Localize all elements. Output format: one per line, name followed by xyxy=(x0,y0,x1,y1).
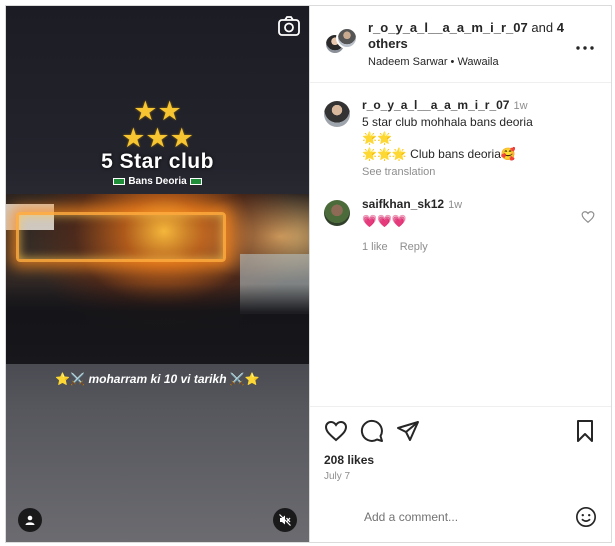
comment-item: saifkhan_sk12 1w 💗💗💗 1 like Reply xyxy=(324,196,597,255)
reply-button[interactable]: Reply xyxy=(400,241,428,253)
emoji-icon[interactable] xyxy=(575,506,597,528)
video-caption: ⭐⚔️ moharram ki 10 vi tarikh ⚔️⭐ xyxy=(6,372,309,386)
header-text: r_o_y_a_l__a_a_m_i_r_07 and 4 others Nad… xyxy=(368,20,573,68)
video-frame xyxy=(6,194,309,364)
comment-text: 💗💗💗 xyxy=(362,214,407,228)
star-icons-bottom: ★★★ xyxy=(121,123,194,153)
like-heart-icon[interactable] xyxy=(324,419,348,443)
share-paper-plane-icon[interactable] xyxy=(396,419,420,443)
see-translation-link[interactable]: See translation xyxy=(362,164,597,180)
caption-emoji-left: ⭐⚔️ xyxy=(55,372,86,386)
caption-text: moharram ki 10 vi tarikh xyxy=(85,372,230,386)
avatar[interactable] xyxy=(324,101,350,127)
more-options-button[interactable] xyxy=(573,34,597,55)
add-comment-bar xyxy=(310,492,611,542)
comment-text-line: 🌟🌟 xyxy=(362,131,392,145)
club-title: 5 Star club xyxy=(101,150,214,173)
post-dialog: ★★ ★★★ 5 Star club Bans Deoria ⭐⚔️ mohar… xyxy=(5,5,612,543)
audio-attribution[interactable]: Nadeem Sarwar • Wawaila xyxy=(368,56,573,68)
club-subtitle: Bans Deoria xyxy=(6,176,309,187)
author-username-link[interactable]: r_o_y_a_l__a_a_m_i_r_07 xyxy=(368,20,528,35)
comment-username[interactable]: r_o_y_a_l__a_a_m_i_r_07 xyxy=(362,98,509,112)
comments-list: r_o_y_a_l__a_a_m_i_r_07 1w 5 star club mo… xyxy=(310,83,611,255)
comment-likes-count[interactable]: 1 like xyxy=(362,241,388,253)
comment-actions: 1 like Reply xyxy=(362,239,597,255)
star-icons-top: ★★ xyxy=(133,96,182,126)
caption-comment: r_o_y_a_l__a_a_m_i_r_07 1w 5 star club mo… xyxy=(324,97,597,180)
flag-icon xyxy=(189,177,202,185)
user-icon xyxy=(25,515,35,525)
comment-body: r_o_y_a_l__a_a_m_i_r_07 1w 5 star club mo… xyxy=(362,97,597,180)
comment-time: 1w xyxy=(448,199,463,211)
save-bookmark-icon[interactable] xyxy=(573,419,597,443)
flag-icon xyxy=(113,177,126,185)
crowd xyxy=(6,284,309,364)
camera-icon[interactable] xyxy=(277,14,301,38)
post-date[interactable]: July 7 xyxy=(324,471,597,482)
post-header: r_o_y_a_l__a_a_m_i_r_07 and 4 others Nad… xyxy=(310,6,611,83)
like-comment-heart-icon[interactable] xyxy=(581,210,595,224)
comment-username[interactable]: saifkhan_sk12 xyxy=(362,197,444,211)
comment-text-line: 🌟🌟🌟 Club bans deoria🥰 xyxy=(362,147,516,161)
collab-avatars[interactable] xyxy=(324,27,358,61)
comment-text-line: 5 star club mohhala bans deoria xyxy=(362,115,533,129)
post-sidebar: r_o_y_a_l__a_a_m_i_r_07 and 4 others Nad… xyxy=(309,6,611,542)
fire-sign xyxy=(16,212,226,262)
post-actions: 208 likes July 7 xyxy=(310,406,611,482)
stars-graphic: ★★ ★★★ xyxy=(6,98,309,152)
header-usernames: r_o_y_a_l__a_a_m_i_r_07 and 4 others xyxy=(368,20,573,52)
more-icon xyxy=(576,45,594,50)
tagged-users-button[interactable] xyxy=(18,508,42,532)
avatar xyxy=(336,27,358,49)
likes-count[interactable]: 208 likes xyxy=(324,453,597,467)
action-icons xyxy=(324,419,597,443)
and-text: and xyxy=(527,20,557,35)
comment-time: 1w xyxy=(513,100,528,112)
mute-button[interactable] xyxy=(273,508,297,532)
comment-body: saifkhan_sk12 1w 💗💗💗 1 like Reply xyxy=(362,196,597,255)
comment-bubble-icon[interactable] xyxy=(360,419,384,443)
add-comment-input[interactable] xyxy=(364,510,575,524)
club-subtitle-text: Bans Deoria xyxy=(128,176,187,187)
avatar[interactable] xyxy=(324,200,350,226)
caption-emoji-right: ⚔️⭐ xyxy=(229,372,260,386)
muted-speaker-icon xyxy=(279,514,291,526)
post-media[interactable]: ★★ ★★★ 5 Star club Bans Deoria ⭐⚔️ mohar… xyxy=(6,6,309,542)
